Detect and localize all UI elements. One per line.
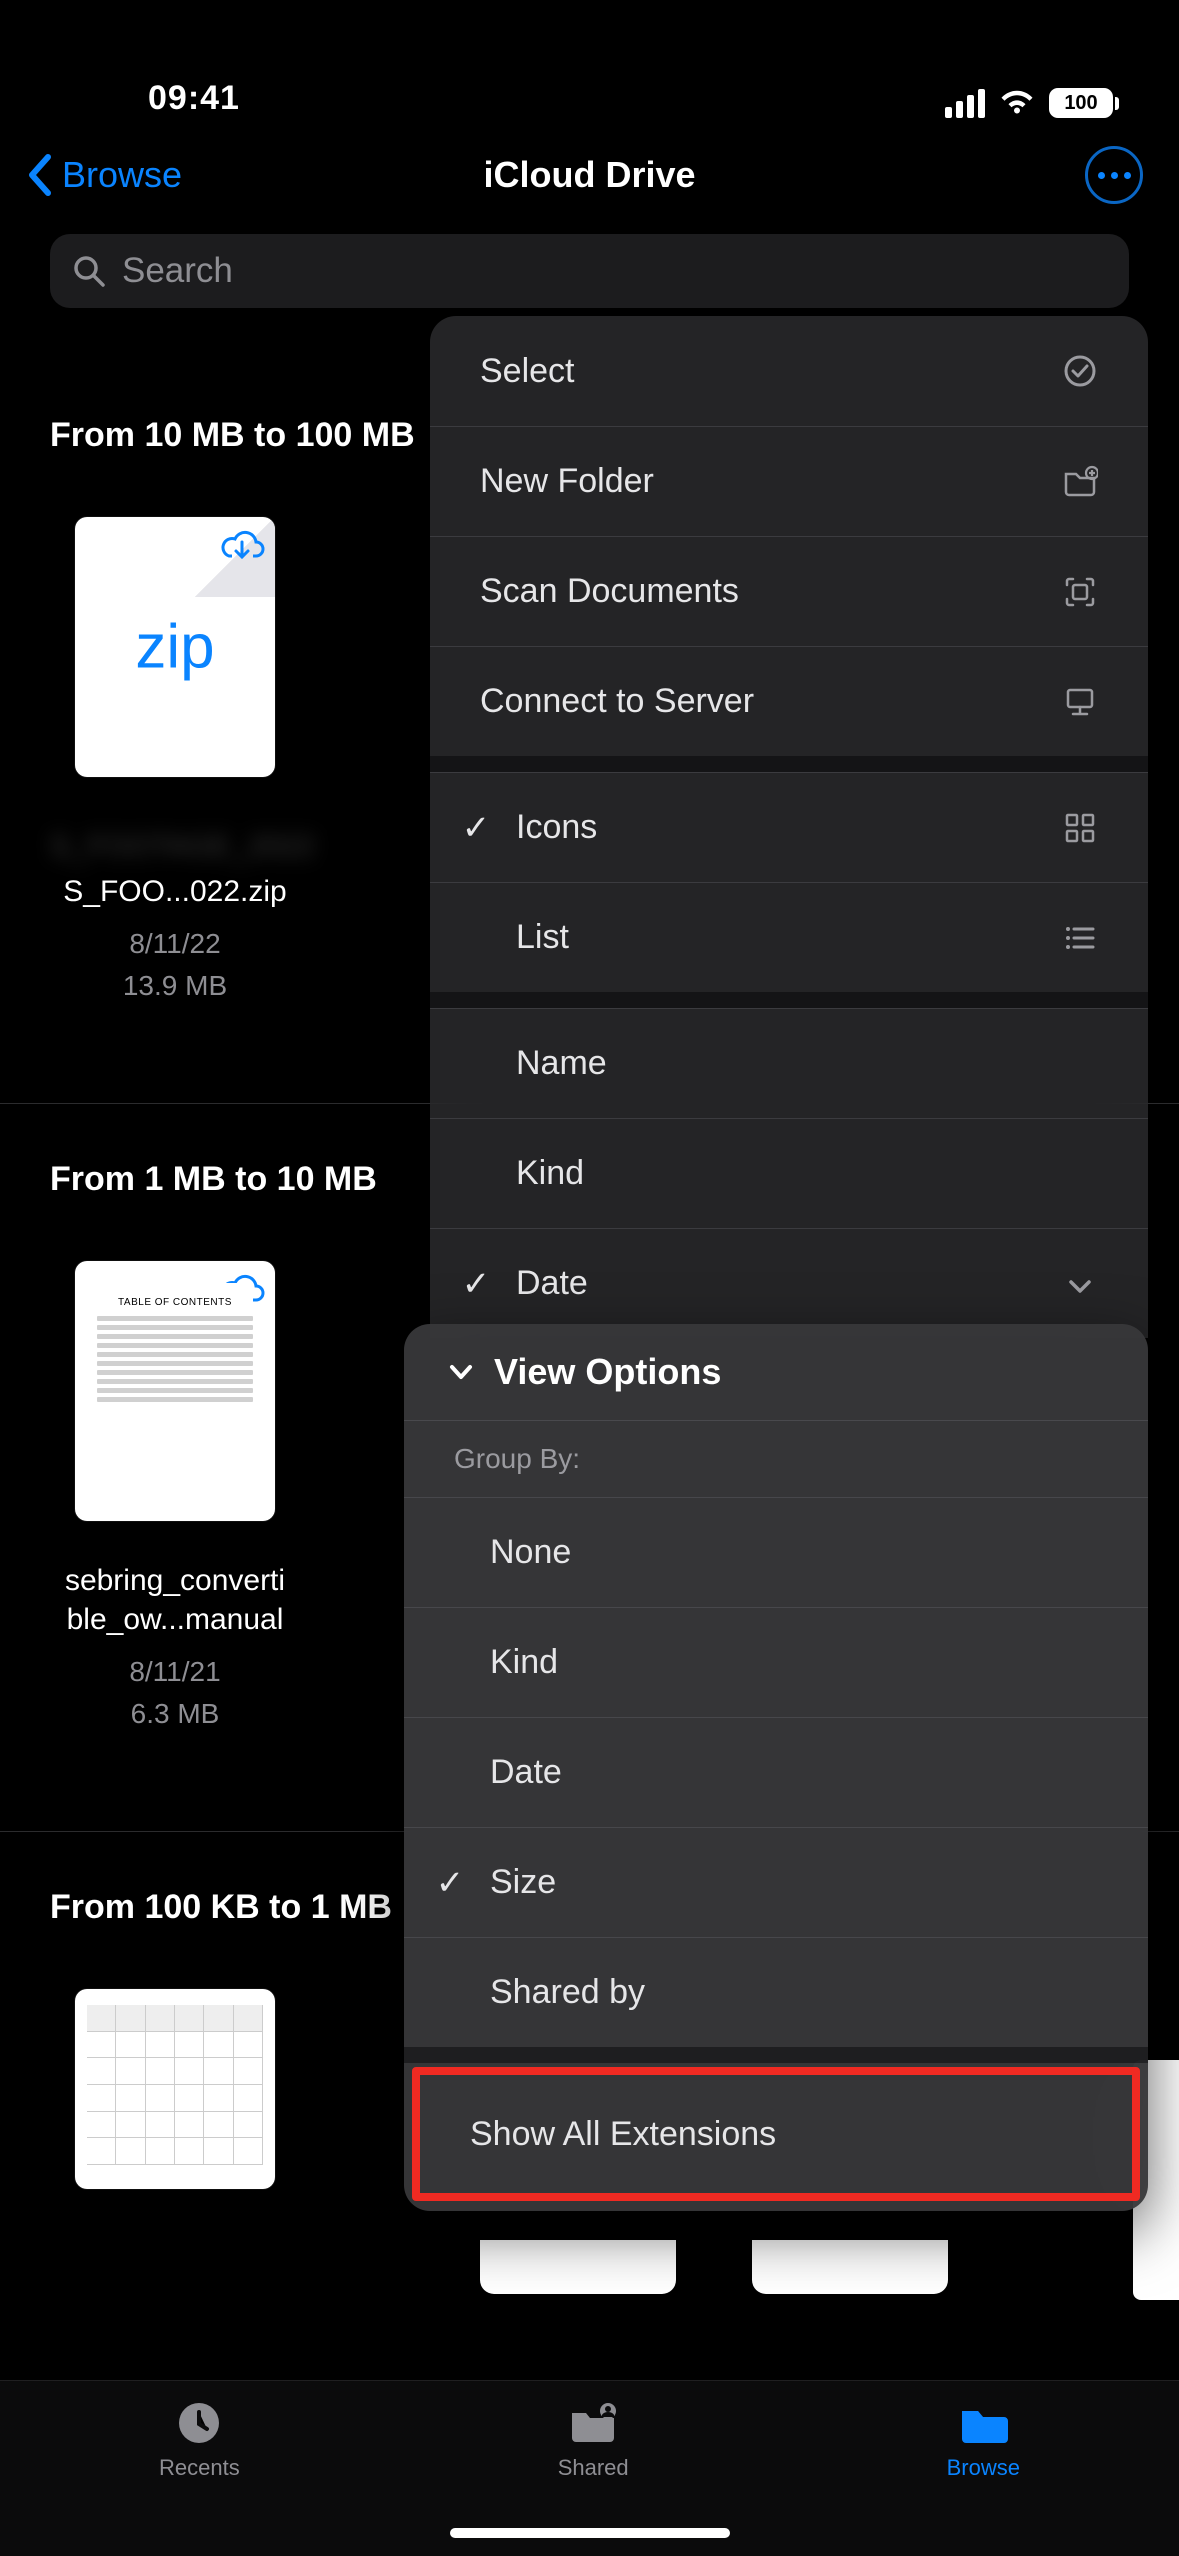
tab-recents[interactable]: Recents <box>159 2399 240 2556</box>
zip-badge: zip <box>75 612 275 683</box>
battery-icon: 100 <box>1049 88 1119 118</box>
view-options-menu: View Options Group By: None Kind Date ✓ … <box>404 1324 1148 2211</box>
more-menu: Select New Folder Scan Documents Connect… <box>430 316 1148 1338</box>
chevron-down-icon <box>446 1357 476 1387</box>
group-date[interactable]: Date <box>404 1717 1148 1827</box>
more-button[interactable] <box>1085 146 1143 204</box>
wifi-icon <box>999 89 1035 117</box>
status-time: 09:41 <box>148 79 240 118</box>
group-none[interactable]: None <box>404 1497 1148 1607</box>
menu-connect-server[interactable]: Connect to Server <box>430 646 1148 756</box>
file-thumbnail-row <box>480 2240 948 2294</box>
check-circle-icon <box>1062 353 1098 389</box>
file-date: 8/11/21 <box>50 1651 300 1693</box>
nav-header: Browse iCloud Drive <box>0 130 1179 220</box>
menu-sort-date[interactable]: ✓ Date <box>430 1228 1148 1338</box>
file-name: S_FOOTAGE_2022 <box>50 827 300 866</box>
home-indicator <box>450 2528 730 2538</box>
group-by-label: Group By: <box>404 1420 1148 1497</box>
file-thumbnail: zip <box>75 517 275 777</box>
checkmark-icon: ✓ <box>450 1264 502 1304</box>
view-options-header[interactable]: View Options <box>404 1324 1148 1420</box>
scan-icon <box>1062 574 1098 610</box>
status-bar: 09:41 100 <box>0 0 1179 130</box>
group-size[interactable]: ✓ Size <box>404 1827 1148 1937</box>
search-input[interactable]: Search <box>50 234 1129 308</box>
folder-plus-icon <box>1062 464 1098 500</box>
server-icon <box>1062 684 1098 720</box>
status-right: 100 <box>945 88 1119 118</box>
chevron-down-icon <box>1062 1268 1098 1304</box>
grid-icon <box>1062 810 1098 846</box>
shared-folder-icon <box>566 2399 620 2447</box>
file-size: 13.9 MB <box>50 965 300 1007</box>
back-button[interactable]: Browse <box>26 153 182 197</box>
checkmark-icon: ✓ <box>450 808 502 848</box>
file-date: 8/11/22 <box>50 923 300 965</box>
menu-select[interactable]: Select <box>430 316 1148 426</box>
show-all-extensions[interactable]: Show All Extensions <box>420 2075 1132 2193</box>
clock-icon <box>172 2399 226 2447</box>
file-thumbnail <box>75 1989 275 2189</box>
cloud-download-icon <box>219 527 265 563</box>
menu-view-icons[interactable]: ✓ Icons <box>430 772 1148 882</box>
search-placeholder: Search <box>122 251 233 291</box>
cellular-signal-icon <box>945 89 985 118</box>
list-icon <box>1062 920 1098 956</box>
tab-bar: Recents Shared Browse <box>0 2380 1179 2556</box>
ellipsis-icon <box>1098 172 1131 179</box>
group-kind[interactable]: Kind <box>404 1607 1148 1717</box>
back-label: Browse <box>62 154 182 196</box>
file-item[interactable]: TABLE OF CONTENTS sebring_converti ble_o… <box>50 1261 300 1735</box>
folder-icon <box>956 2399 1010 2447</box>
file-thumbnail: TABLE OF CONTENTS <box>75 1261 275 1521</box>
file-name: ble_ow...manual <box>50 1600 300 1639</box>
checkmark-icon: ✓ <box>424 1863 476 1903</box>
group-shared-by[interactable]: Shared by <box>404 1937 1148 2047</box>
tab-browse[interactable]: Browse <box>947 2399 1020 2556</box>
file-size: 6.3 MB <box>50 1693 300 1735</box>
menu-sort-kind[interactable]: Kind <box>430 1118 1148 1228</box>
menu-sort-name[interactable]: Name <box>430 1008 1148 1118</box>
search-icon <box>72 254 106 288</box>
chevron-left-icon <box>26 153 54 197</box>
file-name: S_FOO...022.zip <box>50 872 300 911</box>
file-item[interactable] <box>50 1989 300 2189</box>
menu-new-folder[interactable]: New Folder <box>430 426 1148 536</box>
file-item[interactable]: zip S_FOOTAGE_2022 S_FOO...022.zip 8/11/… <box>50 517 300 1007</box>
file-name: sebring_converti <box>50 1561 300 1600</box>
menu-scan-documents[interactable]: Scan Documents <box>430 536 1148 646</box>
menu-view-list[interactable]: List <box>430 882 1148 992</box>
highlight-box: Show All Extensions <box>412 2067 1140 2201</box>
